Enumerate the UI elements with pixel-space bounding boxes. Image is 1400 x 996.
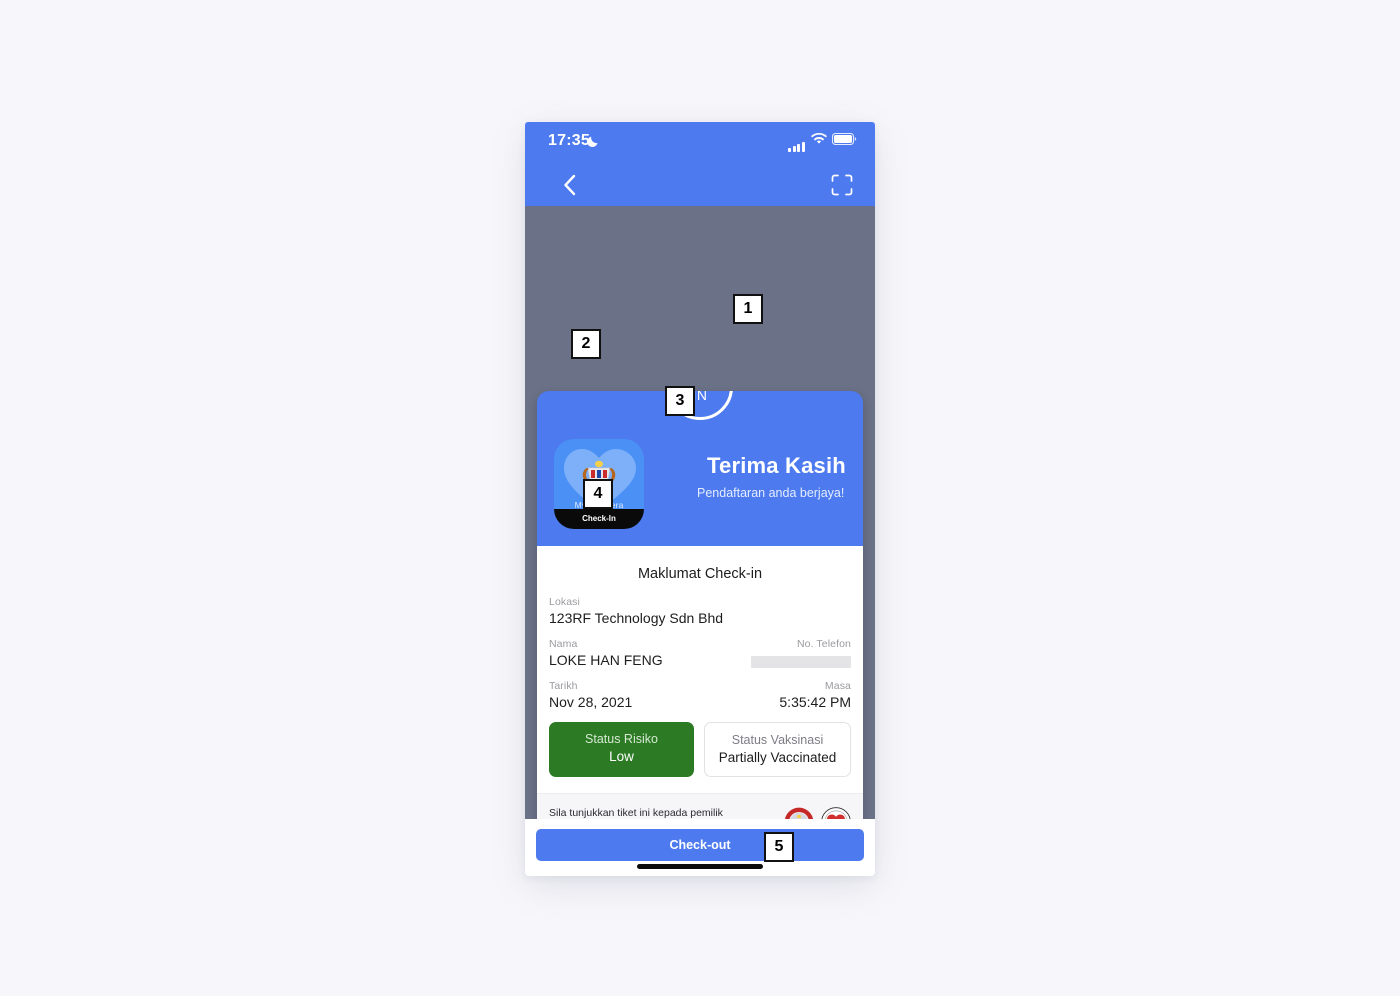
vaccination-status-box: Status Vaksinasi Partially Vaccinated [704,722,851,777]
name-phone-row: Nama LOKE HAN FENG No. Telefon [549,638,851,668]
details-section-title: Maklumat Check-in [637,566,763,582]
crescent-moon-icon [587,136,598,148]
back-button[interactable] [557,172,583,198]
risk-status-value: Low [609,749,634,764]
name-value: LOKE HAN FENG [549,652,663,668]
status-bar-icons [788,133,857,152]
risk-status-box: Status Risiko Low [549,722,694,777]
thanks-subtitle: Pendaftaran anda berjaya! [697,486,845,500]
nav-bar [525,164,875,206]
qr-scan-button[interactable] [831,174,853,196]
name-label: Nama [549,638,578,650]
battery-full-icon [832,133,857,145]
risk-status-label: Status Risiko [585,732,658,746]
status-bar-clock: 17:35 [548,132,590,149]
time-label: Masa [824,680,851,692]
bottom-bar: Check-out [525,819,875,876]
date-value: Nov 28, 2021 [549,694,633,710]
cellular-signal-icon [788,134,806,152]
check-out-button[interactable]: Check-out [536,829,864,861]
vaccination-status-label: Status Vaksinasi [731,733,824,747]
thanks-title: Terima Kasih [707,453,846,478]
ticket-header: IN Check-In Terima Kasih Pendaftaran and… [537,391,863,546]
location-value: 123RF Technology Sdn Bhd [549,610,724,626]
phone-value-redacted [751,656,851,668]
location-label: Lokasi [549,596,580,608]
content-backdrop: IN Check-In Terima Kasih Pendaftaran and… [525,206,875,876]
annotation-marker-4: 4 [583,479,613,509]
annotation-marker-3: 3 [665,386,695,416]
annotation-marker-2: 2 [571,329,601,359]
status-row: Status Risiko Low Status Vaksinasi Parti… [549,722,851,777]
vaccination-status-value: Partially Vaccinated [718,750,837,765]
phone-mockup: 17:35 IN Check-In Terima Kasih Pendaftar… [525,122,875,876]
annotation-marker-1: 1 [733,294,763,324]
app-icon-checkin-band: Check-In [554,509,644,529]
home-indicator [637,864,763,869]
status-bar: 17:35 [525,122,875,164]
ticket-details: Maklumat Check-in Lokasi 123RF Technolog… [537,546,863,793]
location-row: Lokasi 123RF Technology Sdn Bhd [549,596,851,626]
check-in-ticket-card: IN Check-In Terima Kasih Pendaftaran and… [537,391,863,850]
date-time-row: Tarikh Nov 28, 2021 Masa 5:35:42 PM [549,680,851,710]
date-label: Tarikh [549,680,578,692]
phone-label: No. Telefon [796,638,851,650]
annotation-marker-5: 5 [764,832,794,862]
time-value: 5:35:42 PM [779,694,851,710]
wifi-icon [811,133,827,144]
